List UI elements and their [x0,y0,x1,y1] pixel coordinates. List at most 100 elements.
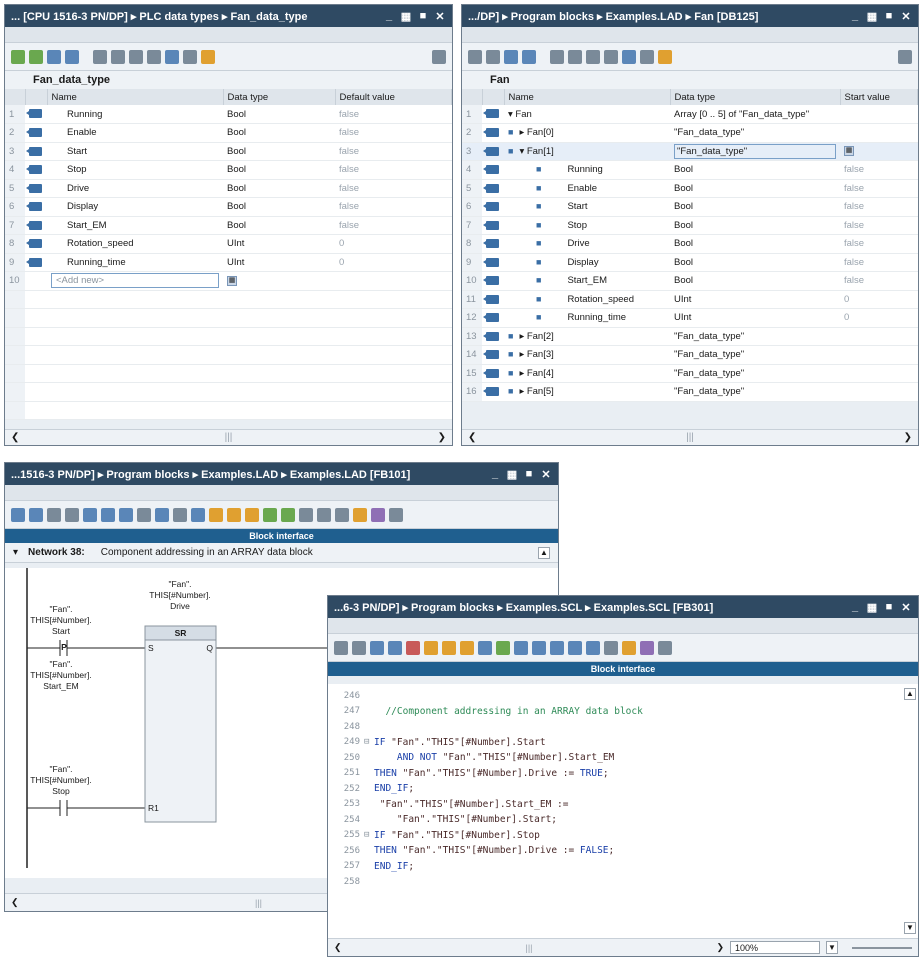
row-name[interactable]: ▸ Fan[3] [519,349,553,360]
insert-row-icon[interactable] [468,49,482,64]
row-name[interactable]: ▸ Fan[0] [519,127,553,138]
row-name-cell[interactable]: ■ ▸ Fan[0] [504,123,670,143]
row-datatype[interactable]: "Fan_data_type" [670,382,840,402]
type-picker-icon[interactable]: ▦ [844,146,854,157]
table-row[interactable]: 5 Drive Bool false [5,179,452,198]
row-datatype[interactable]: UInt [223,234,335,254]
expand-icon[interactable] [370,640,384,655]
minimize-icon[interactable]: _ [849,601,861,614]
col-start-value[interactable]: Start value [840,89,918,105]
table-row[interactable]: 13 ■ ▸ Fan[2] "Fan_data_type" [462,327,918,346]
row-default-value[interactable]: false [335,197,452,217]
table-row[interactable]: 1 ▾ Fan Array [0 .. 5] of "Fan_data_type" [462,105,918,124]
table-row[interactable]: 6 Display Bool false [5,197,452,217]
row-name-cell[interactable]: ■ Running [504,160,670,180]
title-bar[interactable]: ... [CPU 1516-3 PN/DP] ▸ PLC data types … [5,5,452,27]
add-new-row[interactable]: 10 <Add new> ▦ [5,271,452,291]
indent-icon[interactable] [514,640,528,655]
row-name[interactable]: ▾ Fan[1] [519,146,553,157]
network-open-icon[interactable] [119,507,133,522]
callstack-icon[interactable] [335,507,349,522]
table-row[interactable]: 6 ■ Start Bool false [462,197,918,217]
row-name[interactable]: ▸ Fan[2] [519,331,553,342]
row-datatype[interactable]: Bool [223,105,335,124]
row-datatype[interactable]: Bool [223,160,335,180]
horizontal-scrollbar[interactable]: ❮ ||| ❯ [462,429,918,445]
row-name[interactable]: Start [567,201,587,212]
row-name-cell[interactable]: ■ ▾ Fan[1] [504,142,670,161]
restore-icon[interactable]: ▦ [866,601,878,614]
row-name[interactable]: Stop [567,220,587,231]
outdent-icon[interactable] [532,640,546,655]
scroll-left-icon[interactable]: ❮ [11,897,19,908]
title-bar[interactable]: .../DP] ▸ Program blocks ▸ Examples.LAD … [462,5,918,27]
row-datatype[interactable]: Bool [223,142,335,161]
comments-icon[interactable] [191,507,205,522]
row-name-cell[interactable]: ■ Display [504,253,670,272]
row-start-value[interactable]: 0 [840,308,918,328]
row-start-value[interactable]: false [840,253,918,272]
title-bar[interactable]: ...6-3 PN/DP] ▸ Program blocks ▸ Example… [328,596,918,618]
table-row[interactable]: 7 Start_EM Bool false [5,216,452,235]
row-name[interactable]: Stop [47,160,223,180]
table-row[interactable]: 8 Rotation_speed UInt 0 [5,234,452,254]
bookmark-icon[interactable] [478,640,492,655]
add-row-icon[interactable] [352,640,366,655]
scl-code-editor[interactable]: 246 247 //Component addressing in an ARR… [328,684,918,938]
copy-icon[interactable] [129,49,143,64]
table-row[interactable]: 2 Enable Bool false [5,123,452,143]
table-row[interactable]: 9 ■ Display Bool false [462,253,918,272]
outdent-icon[interactable] [317,507,331,522]
simulation-icon[interactable] [371,507,385,522]
table-row[interactable]: 10 ■ Start_EM Bool false [462,271,918,291]
favorites-icon[interactable] [424,640,438,655]
row-datatype[interactable]: Bool [670,253,840,272]
code-text[interactable]: END_IF; [374,861,414,872]
fold-marker-icon[interactable] [364,753,374,763]
row-default-value[interactable]: false [335,216,452,235]
code-text[interactable]: THEN "Fan"."THIS"[#Number].Drive := FALS… [374,845,614,856]
absolute-address-icon[interactable] [406,640,420,655]
fold-marker-icon[interactable] [364,815,374,825]
goto-next-error-icon[interactable] [460,640,474,655]
row-datatype[interactable]: Bool [223,197,335,217]
row-datatype[interactable]: UInt [670,290,840,309]
close-icon[interactable]: ✕ [900,10,912,23]
row-name-cell[interactable]: ■ Drive [504,234,670,254]
row-name[interactable]: Running [567,164,602,175]
close-icon[interactable]: ✕ [540,468,552,481]
table-row[interactable]: 4 ■ Running Bool false [462,160,918,180]
code-line[interactable]: 258 [328,874,374,889]
row-datatype[interactable]: Bool [670,197,840,217]
start-operand[interactable]: "Fan". THIS[#Number]. Start [11,604,111,637]
view-icon[interactable] [640,49,654,64]
network-comment[interactable]: Component addressing in an ARRAY data bl… [101,547,313,558]
fold-marker-icon[interactable] [364,846,374,856]
expand-icon[interactable] [47,49,61,64]
callstack-icon[interactable] [604,640,618,655]
table-row[interactable]: 12 ■ Running_time UInt 0 [462,308,918,328]
horizontal-scrollbar[interactable]: ❮ ||| ❯ [5,429,452,445]
row-datatype[interactable]: UInt [223,253,335,272]
scroll-up-icon[interactable]: ▲ [538,546,550,559]
row-start-value[interactable] [840,327,918,346]
row-name[interactable]: Start [47,142,223,161]
row-datatype[interactable]: Array [0 .. 5] of "Fan_data_type" [670,105,840,124]
collapse-icon[interactable] [522,49,536,64]
code-line[interactable]: 247 //Component addressing in an ARRAY d… [328,704,643,719]
add-row-icon[interactable] [486,49,500,64]
row-start-value[interactable]: false [840,216,918,235]
row-name[interactable]: Rotation_speed [567,294,634,305]
code-line[interactable]: 253 "Fan"."THIS"[#Number].Start_EM := [328,797,569,812]
panel-toggle-icon[interactable] [658,640,672,655]
paste-icon[interactable] [147,49,161,64]
row-name[interactable]: ▸ Fan[5] [519,386,553,397]
code-text[interactable]: IF "Fan"."THIS"[#Number].Start [374,737,546,748]
row-datatype[interactable]: Bool [670,216,840,235]
fold-marker-icon[interactable] [364,799,374,809]
fold-marker-icon[interactable] [364,877,374,887]
scroll-up-icon[interactable]: ▲ [904,688,916,700]
stop-operand[interactable]: "Fan". THIS[#Number]. Stop [11,764,111,797]
maximize-icon[interactable]: ■ [883,601,895,614]
fold-marker-icon[interactable]: ⊟ [364,737,374,747]
